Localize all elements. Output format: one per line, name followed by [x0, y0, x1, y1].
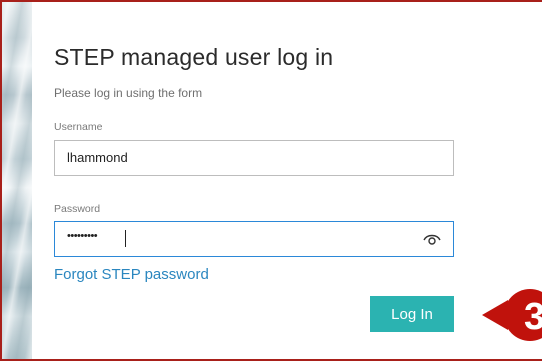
background-image-strip	[2, 2, 32, 359]
username-value: lhammond	[67, 150, 128, 165]
password-value: •••••••••	[67, 230, 98, 242]
step-number-badge: 3	[482, 289, 542, 341]
forgot-password-link[interactable]: Forgot STEP password	[54, 266, 209, 283]
step-number-text: 3	[524, 296, 542, 338]
text-caret	[125, 230, 126, 247]
password-field[interactable]: •••••••••	[54, 221, 454, 257]
page-title: STEP managed user log in	[54, 44, 334, 70]
eye-icon[interactable]	[423, 232, 441, 246]
password-label: Password	[54, 203, 101, 215]
username-field[interactable]: lhammond	[54, 140, 454, 176]
login-button[interactable]: Log In	[370, 296, 454, 332]
username-label: Username	[54, 121, 103, 133]
page-subtitle: Please log in using the form	[54, 86, 203, 100]
